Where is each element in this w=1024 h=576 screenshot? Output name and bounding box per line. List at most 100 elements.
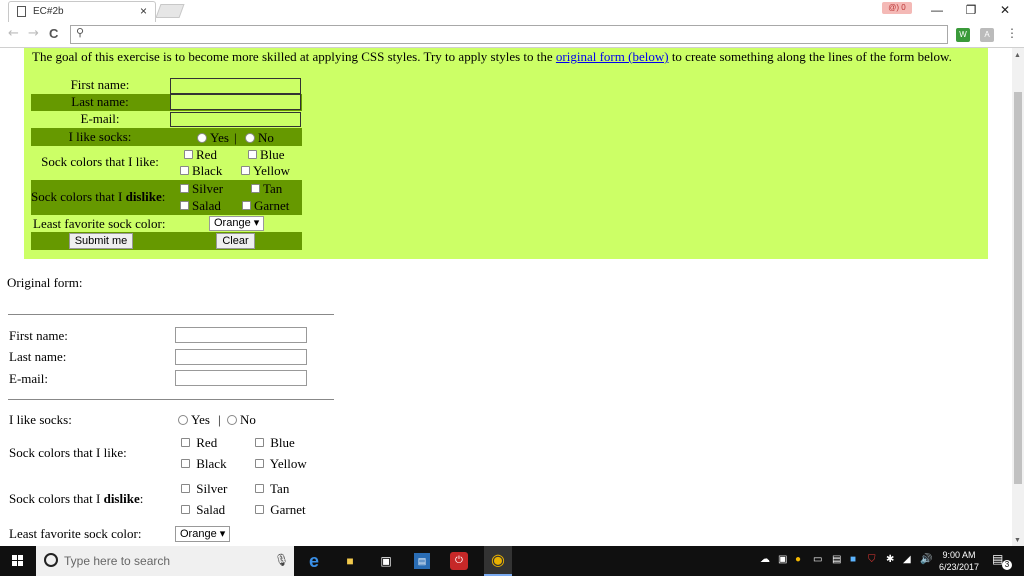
submit-button[interactable]: Submit me <box>69 233 133 249</box>
orig-dislike-silver-option[interactable]: Silver <box>181 481 227 497</box>
orig-salad-checkbox[interactable] <box>181 505 190 514</box>
address-bar[interactable]: ⚲ <box>70 25 948 44</box>
orig-dislike-label-start: Sock colors that I <box>9 491 104 506</box>
like-blue-option[interactable]: Blue <box>248 147 285 163</box>
orig-dislike-tan-option[interactable]: Tan <box>255 481 289 497</box>
like-red-option[interactable]: Red <box>184 147 217 163</box>
store-icon[interactable]: ▣ <box>376 551 396 571</box>
profile-badge[interactable]: @) 0 <box>882 2 912 14</box>
orig-last-name-input[interactable] <box>175 349 307 365</box>
wifi-icon[interactable]: ◢ <box>903 554 911 565</box>
orig-dislike-salad-option[interactable]: Salad <box>181 502 225 518</box>
dislike-garnet-option[interactable]: Garnet <box>242 198 289 214</box>
orig-like-red-option[interactable]: Red <box>181 435 217 451</box>
volume-icon[interactable]: 🔊 <box>920 554 932 565</box>
orig-yellow-checkbox[interactable] <box>255 459 264 468</box>
divider <box>8 314 334 315</box>
tray-app-icon[interactable]: ▣ <box>778 554 787 565</box>
tab-close-icon[interactable]: × <box>140 4 147 18</box>
windows-start-icon[interactable] <box>12 555 24 567</box>
scroll-down-icon[interactable]: ▼ <box>1014 536 1021 544</box>
row-like-colors: Sock colors that I like: Red Blue Black … <box>31 146 302 180</box>
orig-garnet-checkbox[interactable] <box>255 505 264 514</box>
first-name-input[interactable] <box>170 78 301 94</box>
orig-socks-yes-option[interactable]: Yes <box>178 412 210 428</box>
garnet-checkbox[interactable] <box>242 201 251 210</box>
least-favorite-select[interactable]: Orange ▾ <box>209 216 265 231</box>
red-checkbox[interactable] <box>184 150 193 159</box>
black-label: Black <box>192 163 223 178</box>
yes-radio[interactable] <box>197 133 207 143</box>
tan-checkbox[interactable] <box>251 184 260 193</box>
orig-email-input[interactable] <box>175 370 307 386</box>
extension-icon-2[interactable]: A <box>980 28 994 42</box>
app-icon[interactable]: ▤ <box>414 553 430 569</box>
row-first-name: First name: <box>31 77 302 94</box>
original-form-link[interactable]: original form (below) <box>556 49 669 64</box>
socks-no-option[interactable]: No <box>245 130 274 146</box>
salad-checkbox[interactable] <box>180 201 189 210</box>
row-like-socks: I like socks: Yes | No <box>31 128 302 146</box>
yellow-checkbox[interactable] <box>241 166 250 175</box>
dislike-salad-option[interactable]: Salad <box>180 198 221 214</box>
orig-no-radio[interactable] <box>227 415 237 425</box>
blue-checkbox[interactable] <box>248 150 257 159</box>
socks-yes-option[interactable]: Yes <box>197 130 229 146</box>
email-input[interactable] <box>170 112 301 127</box>
no-radio[interactable] <box>245 133 255 143</box>
orig-tan-checkbox[interactable] <box>255 484 264 493</box>
reload-button[interactable]: C <box>49 26 58 41</box>
edge-icon[interactable]: e <box>304 551 324 571</box>
tray-bluetooth-icon[interactable]: ✱ <box>886 554 894 565</box>
tray-monitor-icon[interactable]: ▤ <box>832 554 841 565</box>
orig-like-blue-option[interactable]: Blue <box>255 435 295 451</box>
power-app-icon[interactable]: ⏻ <box>450 552 468 570</box>
tray-chat-icon[interactable]: ■ <box>850 554 856 565</box>
taskbar-search-box[interactable]: Type here to search 🎙 <box>36 546 294 576</box>
orig-yes-radio[interactable] <box>178 415 188 425</box>
forward-button[interactable]: → <box>28 26 39 41</box>
restore-button[interactable]: ❐ <box>956 2 986 18</box>
tray-battery-icon[interactable]: ▭ <box>813 554 822 565</box>
orig-blue-checkbox[interactable] <box>255 438 264 447</box>
like-yellow-option[interactable]: Yellow <box>241 163 290 179</box>
orig-least-favorite-select[interactable]: Orange ▾ <box>175 526 231 542</box>
orig-red-checkbox[interactable] <box>181 438 190 447</box>
orig-like-yellow-option[interactable]: Yellow <box>255 456 307 472</box>
scroll-up-icon[interactable]: ▲ <box>1014 51 1021 59</box>
like-black-option[interactable]: Black <box>180 163 222 179</box>
dislike-silver-option[interactable]: Silver <box>180 181 223 197</box>
extension-icon[interactable]: W <box>956 28 970 42</box>
address-input[interactable] <box>91 27 941 42</box>
orig-first-name-input[interactable] <box>175 327 307 343</box>
browser-menu-icon[interactable]: ⋮ <box>1006 26 1018 40</box>
clear-button[interactable]: Clear <box>216 233 255 249</box>
tray-dot-icon[interactable]: ● <box>795 554 801 565</box>
intro-text: The goal of this exercise is to become m… <box>32 49 952 65</box>
microphone-icon[interactable]: 🎙 <box>274 553 289 567</box>
close-window-button[interactable]: ✕ <box>990 2 1020 18</box>
orig-dislike-garnet-option[interactable]: Garnet <box>255 502 306 518</box>
orig-yes-label: Yes <box>191 412 210 427</box>
browser-tab[interactable]: EC#2b × <box>8 1 156 22</box>
orig-silver-checkbox[interactable] <box>181 484 190 493</box>
onedrive-icon[interactable]: ☁ <box>760 554 770 565</box>
orig-socks-no-option[interactable]: No <box>227 412 256 428</box>
orig-black-checkbox[interactable] <box>181 459 190 468</box>
orig-socks-separator: | <box>218 412 221 427</box>
black-checkbox[interactable] <box>180 166 189 175</box>
orig-like-black-option[interactable]: Black <box>181 456 227 472</box>
file-explorer-icon[interactable]: ■ <box>340 551 360 571</box>
chrome-icon[interactable]: ◉ <box>484 546 512 576</box>
last-name-input[interactable] <box>170 94 301 110</box>
tray-shield-icon[interactable]: ⛉ <box>868 554 876 565</box>
minimize-button[interactable]: — <box>922 2 952 18</box>
salad-label: Salad <box>192 198 221 213</box>
scrollbar-thumb[interactable] <box>1014 92 1022 484</box>
system-clock[interactable]: 9:00 AM 6/23/2017 <box>936 549 982 573</box>
new-tab-button[interactable] <box>155 4 185 18</box>
dislike-tan-option[interactable]: Tan <box>251 181 282 197</box>
silver-checkbox[interactable] <box>180 184 189 193</box>
page-scrollbar[interactable]: ▲ ▼ <box>1012 48 1024 546</box>
back-button[interactable]: ← <box>8 26 19 41</box>
